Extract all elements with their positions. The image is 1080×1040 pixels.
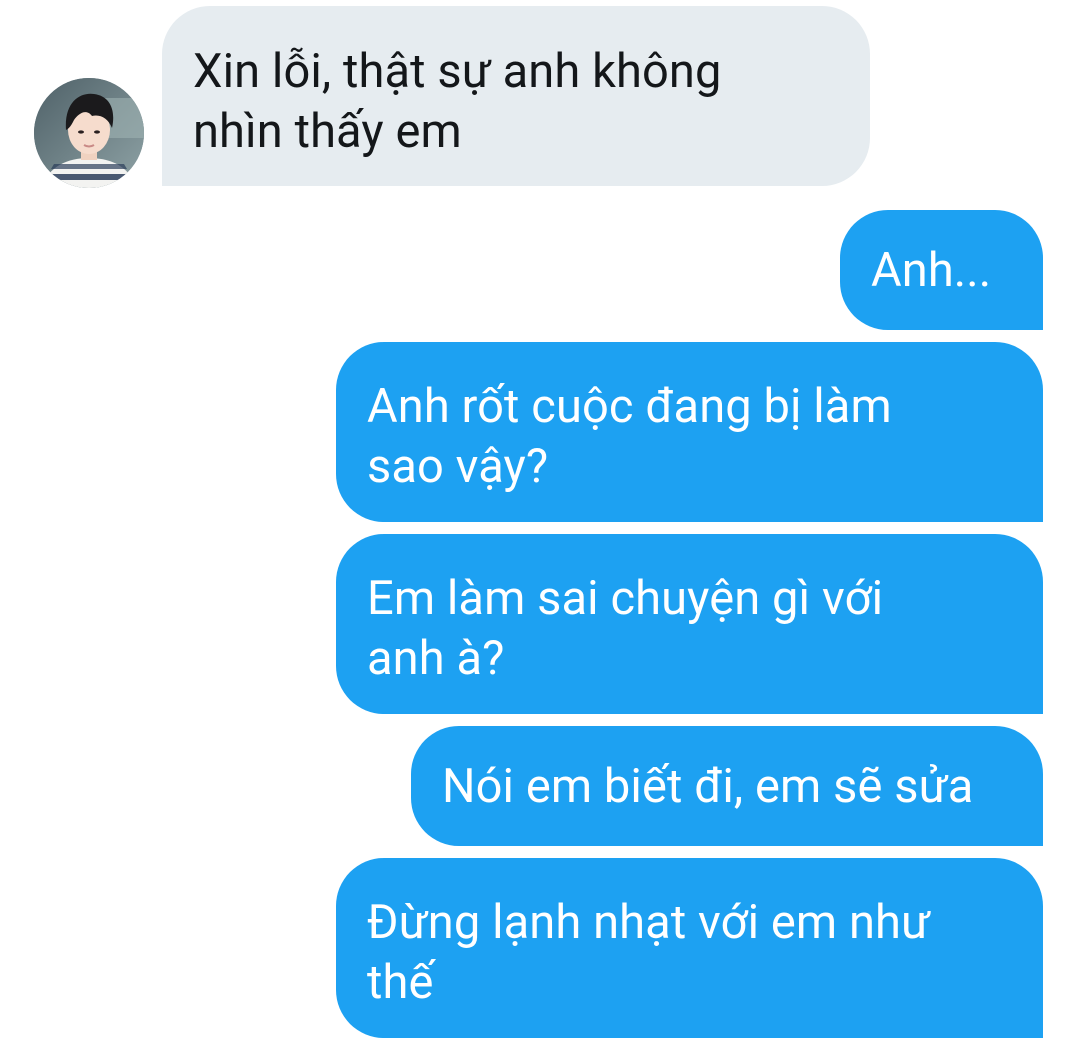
message-thread: Xin lỗi, thật sự anh không nhìn thấy em … — [0, 0, 1080, 1040]
message-text: Nói em biết đi, em sẽ sửa — [442, 759, 974, 814]
message-bubble-outgoing[interactable]: Em làm sai chuyện gì với anh à? — [336, 534, 1043, 714]
contact-avatar[interactable] — [34, 78, 144, 188]
message-text: Đừng lạnh nhạt với em như thế — [367, 895, 931, 1010]
avatar-photo-icon — [34, 78, 144, 188]
message-text: Xin lỗi, thật sự anh không nhìn thấy em — [193, 44, 722, 159]
message-bubble-outgoing[interactable]: Đừng lạnh nhạt với em như thế — [336, 858, 1043, 1038]
message-text: Anh rốt cuộc đang bị làm sao vậy? — [367, 379, 892, 494]
message-bubble-outgoing[interactable]: Anh rốt cuộc đang bị làm sao vậy? — [336, 342, 1043, 522]
message-bubble-outgoing[interactable]: Anh... — [840, 210, 1043, 330]
message-text: Em làm sai chuyện gì với anh à? — [367, 571, 884, 686]
message-bubble-outgoing[interactable]: Nói em biết đi, em sẽ sửa — [411, 726, 1043, 846]
message-text: Anh... — [871, 243, 992, 298]
message-bubble-incoming[interactable]: Xin lỗi, thật sự anh không nhìn thấy em — [162, 6, 870, 186]
